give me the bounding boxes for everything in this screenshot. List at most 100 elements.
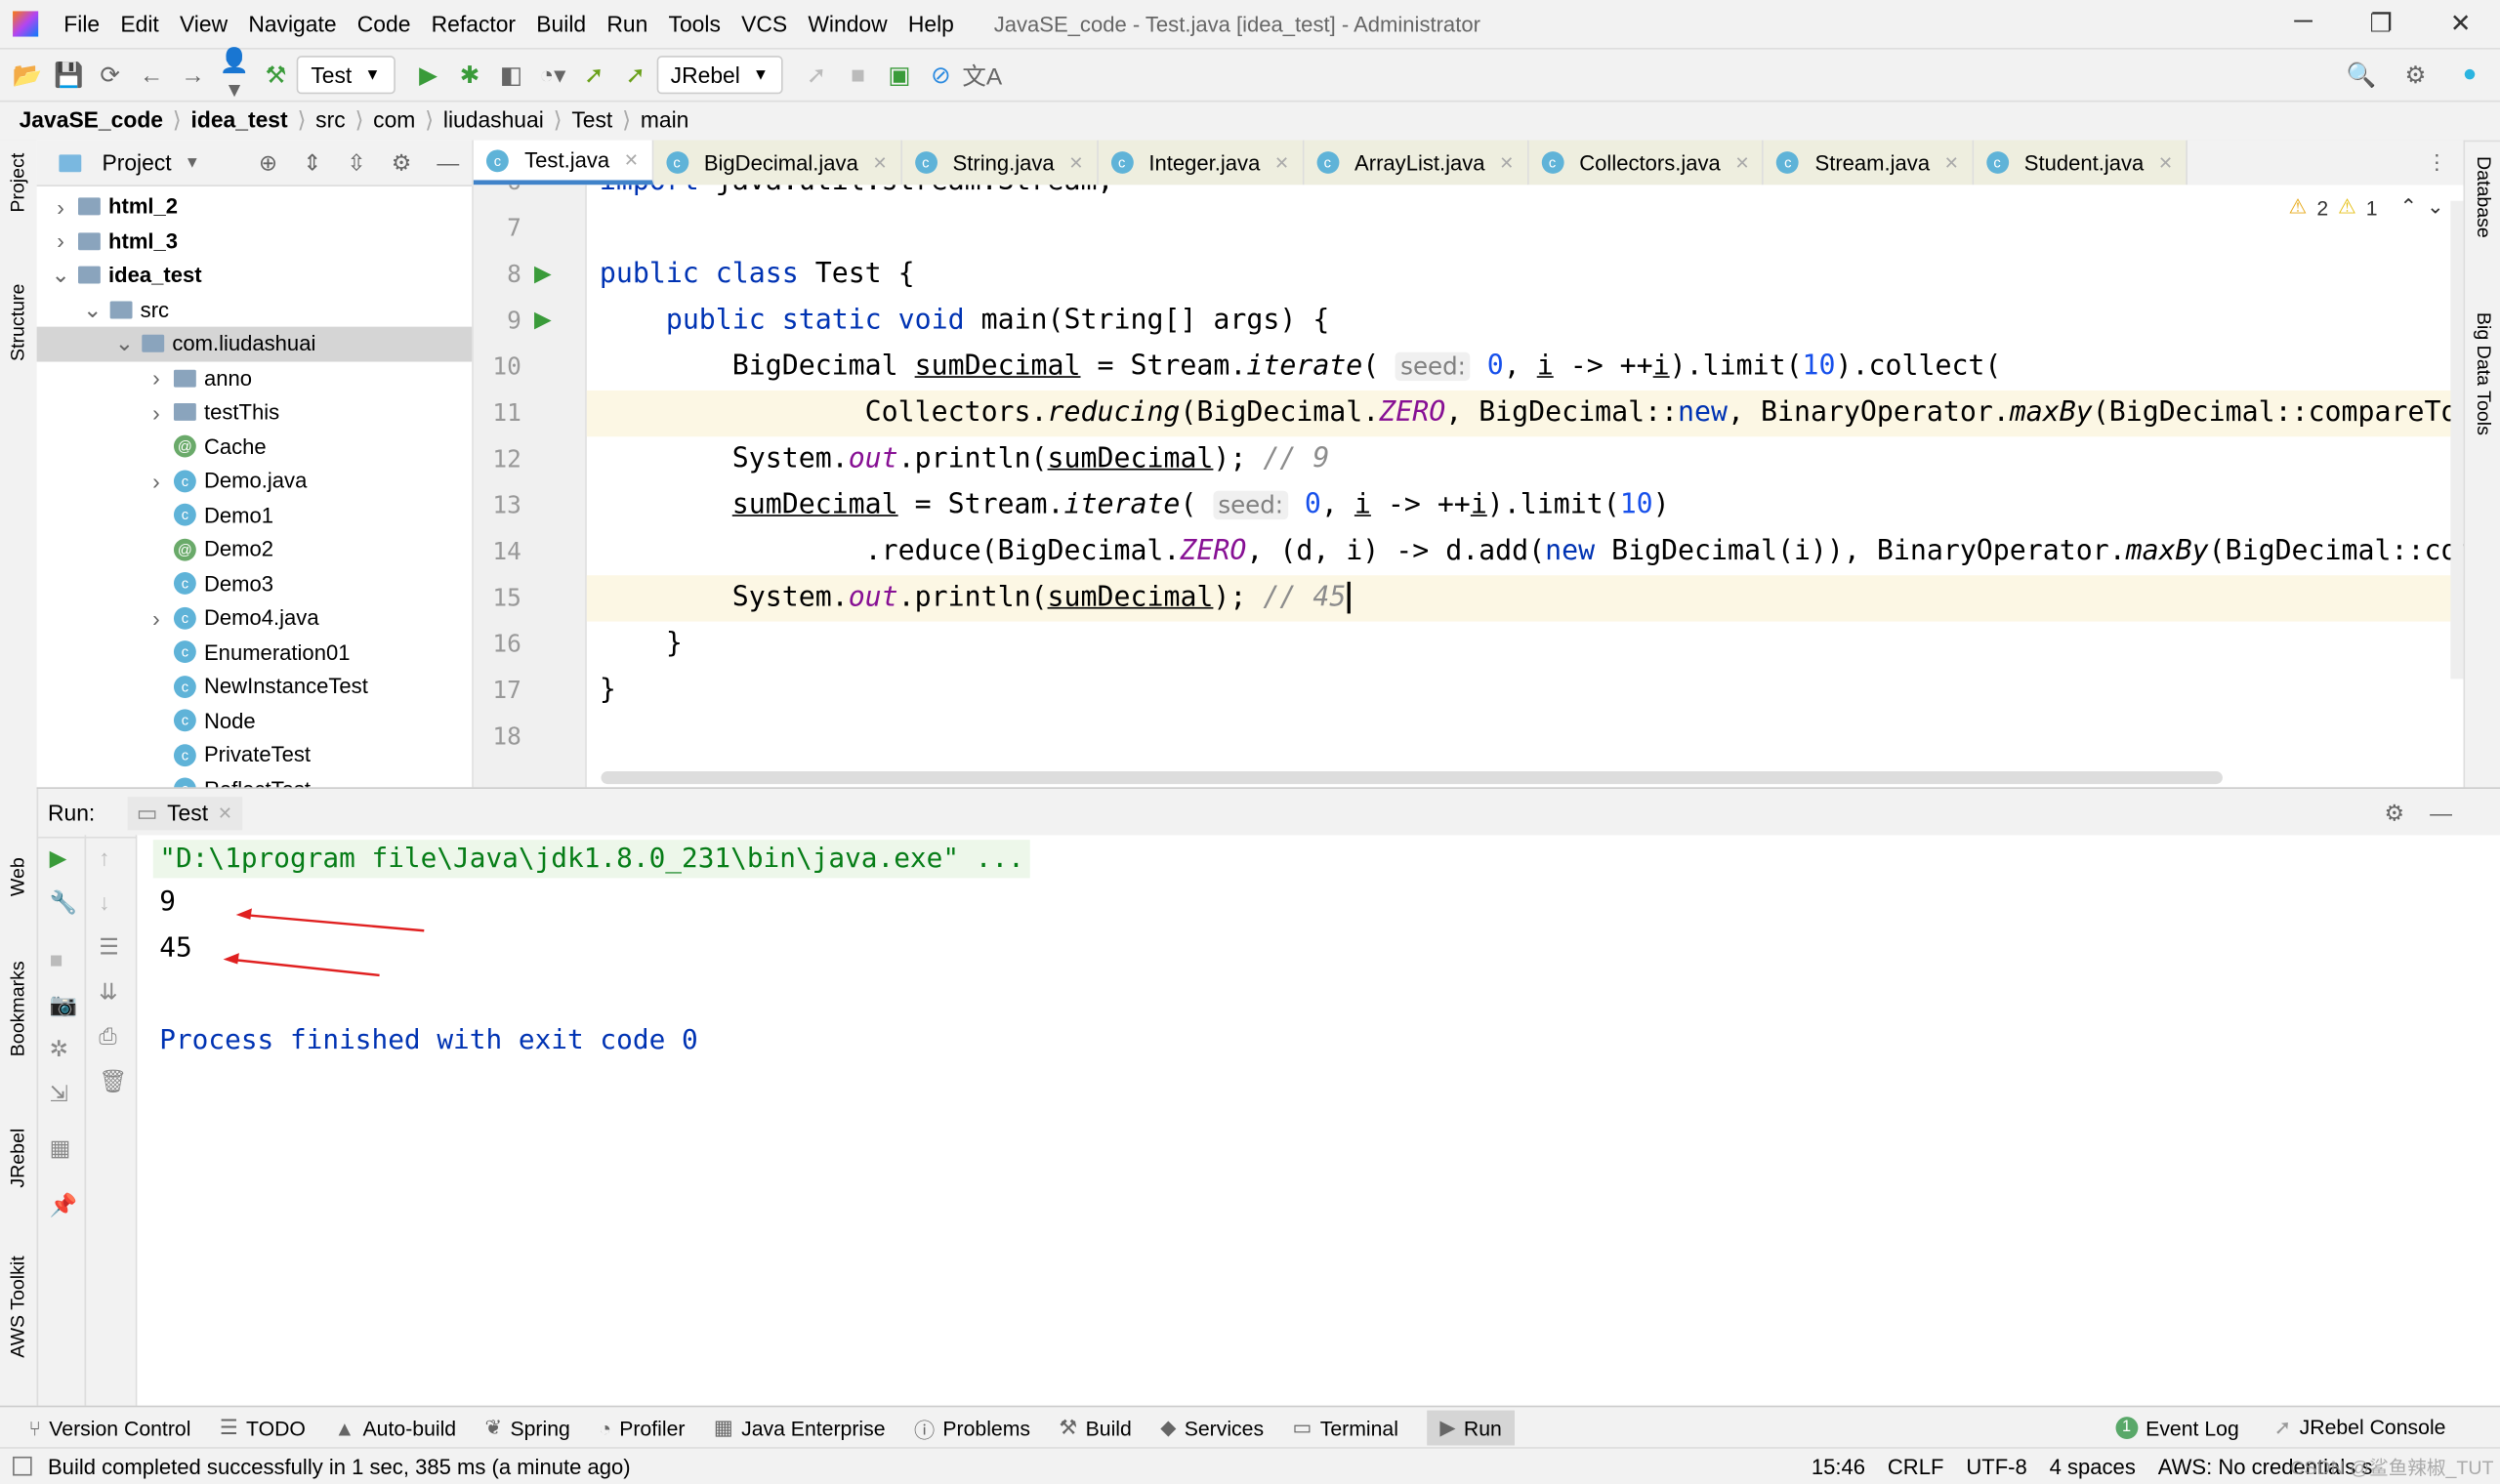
up-icon[interactable]: ↑ [99, 845, 109, 870]
breadcrumb-item[interactable]: Test [571, 106, 612, 132]
layout-icon[interactable]: ▦ [50, 1134, 71, 1162]
search-icon[interactable]: 🔍 [2341, 61, 2382, 90]
vertical-scrollbar[interactable] [2450, 200, 2464, 680]
tool-services[interactable]: ◆ Services [1160, 1415, 1264, 1440]
chevron-right-icon[interactable]: › [146, 399, 168, 425]
user-icon[interactable]: 👤▾ [214, 46, 255, 103]
tool-auto-build[interactable]: ▲ Auto-build [334, 1416, 456, 1439]
tree-item[interactable]: c Enumeration01 [37, 635, 473, 669]
chevron-right-icon[interactable]: › [50, 194, 72, 220]
tab-collectors-java[interactable]: c Collectors.java ✕ [1527, 140, 1765, 186]
minimize-button[interactable]: ─ [2294, 8, 2312, 40]
tool-problems[interactable]: ⓘ Problems [914, 1413, 1030, 1443]
forward-icon[interactable]: → [172, 62, 213, 89]
breadcrumb-item[interactable]: src [315, 106, 345, 132]
tree-item[interactable]: ⌄ idea_test [37, 258, 473, 292]
tree-item[interactable]: › c Demo.java [37, 464, 473, 498]
tree-item[interactable]: c ReflectTest [37, 772, 473, 788]
status-square-icon[interactable] [13, 1456, 32, 1476]
tree-item[interactable]: c Node [37, 704, 473, 738]
stop-icon[interactable]: ■ [50, 947, 63, 972]
menu-build[interactable]: Build [536, 11, 586, 36]
tool-project[interactable]: Project [7, 153, 29, 213]
chevron-down-icon[interactable]: ⌄ [50, 262, 72, 289]
down-icon[interactable]: ↓ [99, 889, 109, 915]
menu-window[interactable]: Window [808, 11, 887, 36]
restore-layout-icon[interactable]: ✲ [50, 1036, 68, 1063]
close-tab-icon[interactable]: ✕ [873, 152, 888, 174]
breadcrumb-item[interactable]: liudashuai [443, 106, 544, 132]
tool-version-control[interactable]: ⑂ Version Control [28, 1416, 190, 1439]
jrebel-dropdown[interactable]: JRebel ▼ [655, 56, 783, 95]
back-icon[interactable]: ← [131, 62, 172, 89]
tool-database[interactable]: Database [2473, 156, 2495, 238]
tool-spring[interactable]: ❦ Spring [485, 1415, 570, 1440]
soft-wrap-icon[interactable]: ☰ [99, 934, 119, 962]
tool-aws-toolkit[interactable]: AWS Toolkit [7, 1256, 29, 1358]
line-separator[interactable]: CRLF [1888, 1454, 1944, 1477]
file-encoding[interactable]: UTF-8 [1966, 1454, 2026, 1477]
menu-view[interactable]: View [180, 11, 228, 36]
tree-item[interactable]: c Demo3 [37, 566, 473, 600]
tree-item[interactable]: c PrivateTest [37, 738, 473, 772]
screenshot-icon[interactable]: 📷 [50, 991, 77, 1018]
tool-todo[interactable]: ☰ TODO [220, 1415, 306, 1440]
code-editor[interactable]: 678▶9▶101112131415161718 import java.uti… [473, 185, 2464, 788]
run-gutter-icon[interactable]: ▶ [534, 306, 552, 333]
tool-web[interactable]: Web [7, 857, 29, 896]
event-log-button[interactable]: 1 Event Log [2115, 1416, 2239, 1440]
debug-icon[interactable]: ✱ [449, 61, 490, 90]
close-tab-icon[interactable]: ✕ [1499, 152, 1514, 174]
jetbrains-icon[interactable]: ● [2449, 61, 2490, 89]
more-tabs-icon[interactable]: ⋮ [2427, 149, 2464, 175]
menu-refactor[interactable]: Refactor [432, 11, 516, 36]
tab-test-java[interactable]: c Test.java ✕ [473, 140, 653, 186]
close-tab-icon[interactable]: ✕ [1944, 152, 1959, 174]
tool-run[interactable]: ▶ Run [1427, 1410, 1515, 1446]
chevron-right-icon[interactable]: › [50, 228, 72, 254]
prev-highlight-icon[interactable]: ⌃ [2399, 194, 2417, 220]
chevron-down-icon[interactable]: ⌄ [113, 330, 136, 357]
pin-icon[interactable]: 📌 [50, 1192, 77, 1219]
hide-icon[interactable]: — [437, 149, 459, 177]
menu-vcs[interactable]: VCS [741, 11, 787, 36]
sync-icon[interactable]: ⟳ [89, 61, 130, 90]
coverage-icon[interactable]: ◧ [490, 61, 531, 90]
restore-button[interactable]: ❐ [2370, 8, 2393, 40]
tree-item[interactable]: › html_2 [37, 189, 473, 224]
jrebel-run-icon[interactable]: ➚ [573, 61, 614, 90]
expand-all-icon[interactable]: ⇕ [303, 149, 321, 177]
inspection-widget[interactable]: ⚠ 2 ⚠ 1 ⌃ ⌄ [2289, 194, 2444, 220]
print-icon[interactable]: ⎙ [99, 1023, 116, 1051]
menu-help[interactable]: Help [908, 11, 954, 36]
stop-icon[interactable]: ■ [837, 62, 878, 89]
close-tab-icon[interactable]: ✕ [1068, 152, 1083, 174]
tree-item[interactable]: › anno [37, 361, 473, 395]
clear-icon[interactable]: 🗑 [99, 1068, 127, 1095]
tab-bigdecimal-java[interactable]: c BigDecimal.java ✕ [652, 140, 902, 186]
close-button[interactable]: ✕ [2450, 8, 2472, 40]
run-tab-test[interactable]: ▭ Test ✕ [126, 796, 242, 830]
tab-arraylist-java[interactable]: c ArrayList.java ✕ [1303, 140, 1528, 186]
project-title[interactable]: Project [102, 149, 171, 175]
chevron-right-icon[interactable]: › [146, 468, 168, 493]
rerun-icon[interactable]: ▶ [50, 845, 67, 872]
close-tab-icon[interactable]: ✕ [1274, 152, 1289, 174]
close-tab-icon[interactable]: ✕ [218, 803, 232, 823]
tool-jrebel[interactable]: JRebel [7, 1129, 29, 1188]
exit-icon[interactable]: ⇲ [50, 1081, 68, 1108]
breadcrumb-item[interactable]: idea_test [191, 106, 288, 132]
deploy-icon[interactable]: ➚ [796, 61, 837, 90]
breadcrumb-item[interactable]: com [373, 106, 415, 132]
tab-string-java[interactable]: c String.java ✕ [901, 140, 1099, 186]
settings-icon[interactable]: ⚙ [2385, 800, 2405, 827]
monitor-icon[interactable]: ▣ [879, 61, 920, 90]
run-icon[interactable]: ▶ [407, 61, 448, 90]
chevron-right-icon[interactable]: › [146, 605, 168, 631]
close-tab-icon[interactable]: ✕ [624, 149, 639, 171]
menu-code[interactable]: Code [357, 11, 411, 36]
locate-icon[interactable]: ⊕ [259, 149, 277, 177]
build-hammer-icon[interactable]: ⚒ [255, 61, 296, 90]
menu-run[interactable]: Run [606, 11, 647, 36]
gear-icon[interactable]: ⚙ [2395, 61, 2436, 90]
